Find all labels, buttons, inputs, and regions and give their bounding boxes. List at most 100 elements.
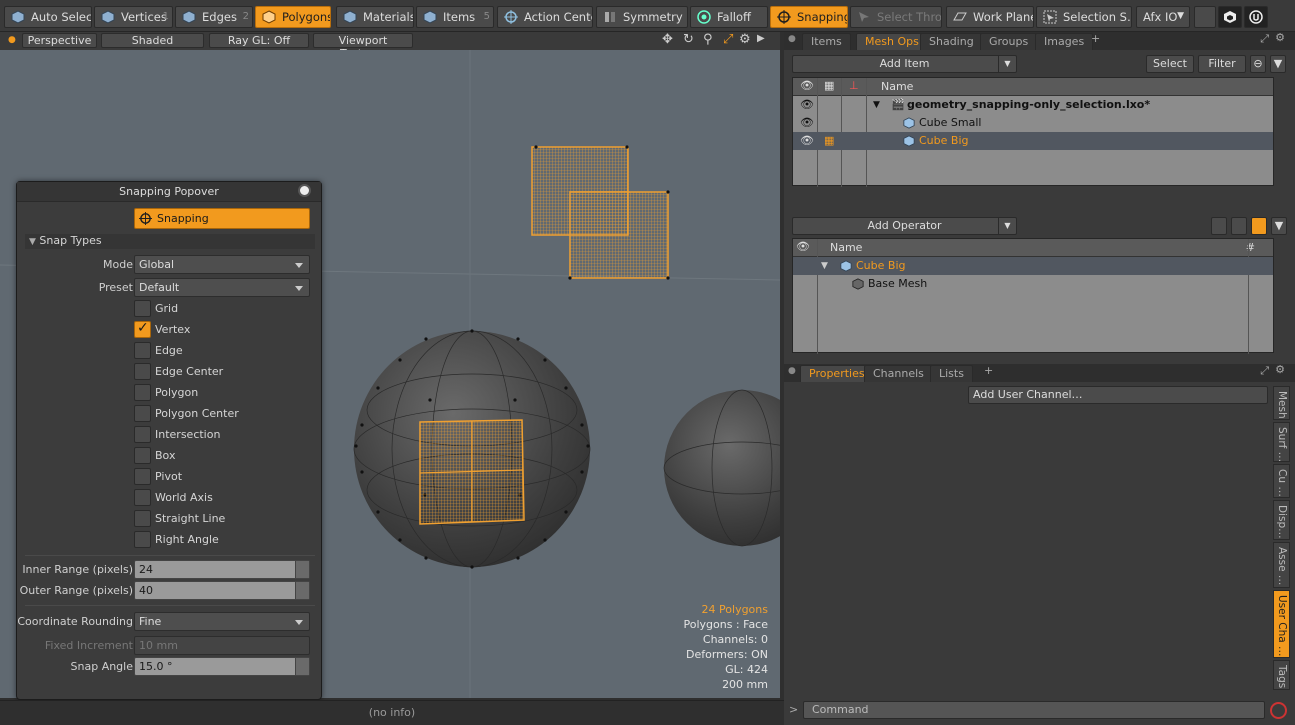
selection-sets-button[interactable]: Selection S… <box>1036 6 1132 28</box>
expand-icon[interactable]: ⤢ <box>1260 32 1269 46</box>
list-item[interactable]: 👁 ▼ 🎬 geometry_snapping-only_selection.l… <box>793 96 1273 114</box>
box-checkbox[interactable] <box>134 447 151 464</box>
pivot-checkbox[interactable] <box>134 468 151 485</box>
side-tab-display[interactable]: Disp… <box>1273 500 1290 540</box>
coordinate-rounding-select[interactable]: Fine <box>134 612 310 631</box>
outer-range-input[interactable]: 40 <box>134 581 310 600</box>
right-angle-checkbox[interactable] <box>134 531 151 548</box>
zoom-icon[interactable]: ⚲ <box>703 32 713 47</box>
edge-center-checkbox[interactable] <box>134 363 151 380</box>
tab-properties[interactable]: Properties <box>800 365 874 382</box>
rotate-icon[interactable]: ↻ <box>683 32 694 47</box>
snap-type-edge-center[interactable]: Edge Center <box>17 363 323 383</box>
collapse-button[interactable]: ⊖ <box>1250 55 1266 73</box>
command-input[interactable]: Command <box>803 701 1265 719</box>
tab-items[interactable]: Items <box>802 33 851 50</box>
snap-type-polygon-center[interactable]: Polygon Center <box>17 405 323 425</box>
gear-icon[interactable]: ⚙ <box>739 32 751 47</box>
expand-arrow-icon[interactable]: ▼ <box>873 96 880 114</box>
chevron-down-icon[interactable]: ▼ <box>998 56 1016 72</box>
side-tab-curve[interactable]: Cu … <box>1273 464 1290 498</box>
work-plane-button[interactable]: Work Plane <box>946 6 1034 28</box>
straight-line-checkbox[interactable] <box>134 510 151 527</box>
add-tab-button[interactable]: + <box>1091 32 1100 45</box>
auto-select-button[interactable]: Auto Select <box>4 6 92 28</box>
add-item-button[interactable]: Add Item ▼ <box>792 55 1017 73</box>
spinner-icon[interactable] <box>295 561 309 578</box>
edges-button[interactable]: Edges 2 <box>175 6 253 28</box>
world-axis-checkbox[interactable] <box>134 489 151 506</box>
item-list-scrollbar[interactable] <box>1276 77 1286 186</box>
view-button-3[interactable] <box>1251 217 1267 235</box>
view-button-2[interactable] <box>1231 217 1247 235</box>
layout-button[interactable] <box>1194 6 1216 28</box>
chevron-down-icon[interactable]: ▼ <box>998 218 1016 234</box>
filter-toggle[interactable]: ▼ <box>1271 217 1287 235</box>
snapping-enable-button[interactable]: Snapping <box>134 208 310 229</box>
view-button-1[interactable] <box>1211 217 1227 235</box>
side-tab-surface[interactable]: Surf … <box>1273 422 1290 462</box>
shaded-button[interactable]: Shaded <box>101 33 204 48</box>
pin-icon[interactable] <box>298 184 311 197</box>
snap-type-grid[interactable]: Grid <box>17 300 323 320</box>
side-tab-assembly[interactable]: Asse … <box>1273 542 1290 588</box>
visibility-icon[interactable]: 👁 <box>800 132 814 150</box>
materials-button[interactable]: Materials <box>336 6 414 28</box>
cube-small-selection[interactable] <box>531 145 670 280</box>
inner-range-input[interactable]: 24 <box>134 560 310 579</box>
list-item[interactable]: 👁 ▦ Cube Big <box>793 132 1273 150</box>
list-item[interactable]: Base Mesh <box>793 275 1273 293</box>
panel-menu-icon[interactable]: ● <box>788 34 796 44</box>
spinner-icon[interactable] <box>295 658 309 675</box>
visibility-icon[interactable]: 👁 <box>800 96 814 114</box>
intersection-checkbox[interactable] <box>134 426 151 443</box>
snap-angle-input[interactable]: 15.0 ° <box>134 657 310 676</box>
action-center-button[interactable]: Action Center <box>497 6 593 28</box>
select-through-button[interactable]: Select Thro… <box>850 6 942 28</box>
tab-shading[interactable]: Shading <box>920 33 983 50</box>
grid-checkbox[interactable] <box>134 300 151 317</box>
afx-io-menu[interactable]: Afx IO ▼ <box>1136 6 1190 28</box>
mode-select[interactable]: Global <box>134 255 310 274</box>
snap-type-intersection[interactable]: Intersection <box>17 426 323 446</box>
polygons-button[interactable]: Polygons 3 <box>255 6 331 28</box>
tab-images[interactable]: Images <box>1035 33 1094 50</box>
viewport-textures-button[interactable]: Viewport Textures <box>313 33 413 60</box>
expand-arrow-icon[interactable]: ▼ <box>821 257 828 275</box>
snap-type-vertex[interactable]: ✓ Vertex <box>17 320 323 341</box>
unreal-button[interactable] <box>1244 6 1268 28</box>
side-tab-tags[interactable]: Tags <box>1273 660 1290 690</box>
snap-type-polygon[interactable]: Polygon <box>17 384 323 404</box>
raygl-button[interactable]: Ray GL: Off <box>209 33 309 48</box>
vertices-button[interactable]: Vertices 1 <box>94 6 173 28</box>
polygon-center-checkbox[interactable] <box>134 405 151 422</box>
filter-button[interactable]: Filter <box>1198 55 1246 73</box>
symmetry-button[interactable]: Symmetry <box>596 6 688 28</box>
snap-type-edge[interactable]: Edge <box>17 342 323 362</box>
items-button[interactable]: Items 5 <box>416 6 494 28</box>
spinner-icon[interactable] <box>295 582 309 599</box>
polygon-checkbox[interactable] <box>134 384 151 401</box>
side-tab-user-channels[interactable]: User Cha … <box>1273 590 1290 658</box>
record-icon[interactable] <box>1270 702 1287 719</box>
snap-type-box[interactable]: Box <box>17 447 323 467</box>
visibility-icon[interactable]: 👁 <box>800 114 814 132</box>
add-user-channel-button[interactable]: Add User Channel… <box>968 386 1268 404</box>
falloff-button[interactable]: Falloff <box>690 6 768 28</box>
tab-lists[interactable]: Lists <box>930 365 973 382</box>
preset-select[interactable]: Default <box>134 278 310 297</box>
edge-checkbox[interactable] <box>134 342 151 359</box>
perspective-button[interactable]: Perspective <box>22 33 97 48</box>
add-operator-button[interactable]: Add Operator ▼ <box>792 217 1017 235</box>
gear-icon[interactable]: ⚙ <box>1275 31 1285 44</box>
snap-type-right-angle[interactable]: Right Angle <box>17 531 323 551</box>
filter-toggle[interactable]: ▼ <box>1270 55 1286 73</box>
chevron-right-icon[interactable]: ▶ <box>757 33 765 44</box>
gear-icon[interactable]: ⚙ <box>1275 363 1285 376</box>
move-icon[interactable]: ✥ <box>662 32 673 47</box>
cube-big-selection[interactable] <box>419 419 525 525</box>
side-tab-mesh[interactable]: Mesh <box>1273 386 1290 420</box>
select-button[interactable]: Select <box>1146 55 1194 73</box>
vertex-checkbox[interactable]: ✓ <box>134 320 151 338</box>
snap-type-pivot[interactable]: Pivot <box>17 468 323 488</box>
